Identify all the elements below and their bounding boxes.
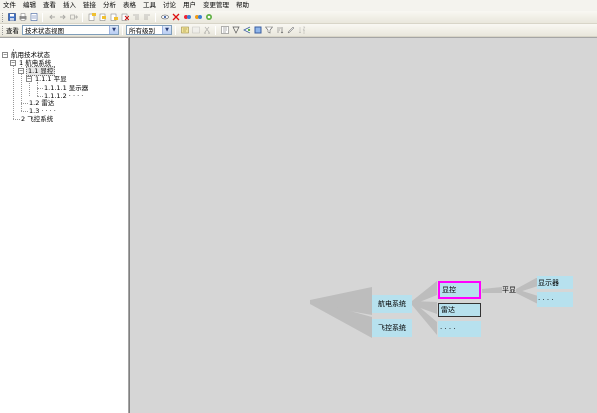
view-eye-icon[interactable] [160, 13, 169, 21]
tree-item-radar[interactable]: 1.2 雷达 [28, 100, 55, 107]
back-icon[interactable] [48, 13, 56, 21]
node-hud[interactable]: 平显 [501, 283, 517, 297]
view-select[interactable]: 技术状态视图 ▼ [22, 25, 119, 35]
print-icon[interactable] [19, 13, 27, 21]
tree-line [21, 103, 28, 104]
new-sibling-icon[interactable] [110, 13, 118, 21]
tree-item-display-control[interactable]: −1.1 显控 [18, 66, 56, 76]
sort-icon[interactable] [276, 26, 284, 34]
menu-file[interactable]: 文件 [3, 0, 16, 11]
collapse-toggle-icon[interactable]: − [2, 52, 8, 58]
collapse-toggle-icon[interactable]: − [26, 76, 32, 82]
document-icon[interactable] [30, 13, 38, 21]
cut-icon[interactable] [203, 26, 211, 35]
funnel-icon[interactable] [264, 26, 273, 34]
view-toolbar: 查看 技术状态视图 ▼ 所有级别 ▼ [0, 24, 597, 37]
node-avionics-more[interactable]: · · · · [438, 321, 481, 337]
tree-item-hud[interactable]: −1.1.1 平显 [26, 76, 68, 83]
menu-user[interactable]: 用户 [183, 0, 196, 11]
menu-tools[interactable]: 工具 [143, 0, 156, 11]
toolbar-separator [215, 25, 216, 35]
menu-discuss[interactable]: 讨论 [163, 0, 176, 11]
node-radar[interactable]: 雷达 [438, 303, 481, 317]
tree-item-root[interactable]: − 航用技术状态 [2, 52, 51, 59]
navigate-icon[interactable] [242, 26, 251, 34]
node-avionics[interactable]: 航电系统 [372, 295, 412, 313]
chevron-down-icon[interactable]: ▼ [162, 26, 171, 34]
tree-item-display[interactable]: 1.1.1.1 显示器 [43, 85, 89, 92]
toolbar-separator [155, 12, 156, 22]
collapse-toggle-icon[interactable]: − [18, 68, 24, 74]
toolbar-separator [82, 12, 83, 22]
filter-clear-icon[interactable] [191, 26, 200, 34]
diagram-canvas[interactable]: 航电系统 飞控系统 显控 雷达 · · · · 平显 显示器 · · · · [130, 37, 597, 413]
tree-item-flight-control[interactable]: 2 飞控系统 [20, 116, 54, 123]
node-flight-control[interactable]: 飞控系统 [372, 319, 412, 337]
level-select-value: 所有级别 [129, 27, 155, 35]
new-item-icon[interactable] [88, 13, 96, 21]
toolbar-separator [175, 25, 176, 35]
toolbar-grip[interactable] [2, 25, 4, 35]
node-display[interactable]: 显示器 [537, 276, 573, 289]
menu-help[interactable]: 帮助 [236, 0, 249, 11]
menu-link[interactable]: 链接 [83, 0, 96, 11]
collapse-toggle-icon[interactable]: − [10, 60, 16, 66]
toolbar-separator [122, 25, 123, 35]
filter-icon[interactable] [180, 26, 189, 34]
menu-insert[interactable]: 插入 [63, 0, 76, 11]
menu-edit[interactable]: 编辑 [23, 0, 36, 11]
chevron-down-icon[interactable]: ▼ [109, 26, 118, 34]
collapse-icon[interactable] [231, 26, 240, 34]
toolbar-grip[interactable] [2, 12, 4, 22]
expand-level-icon[interactable] [220, 26, 229, 34]
sort-az-icon[interactable] [298, 26, 306, 34]
node-hud-more[interactable]: · · · · [537, 292, 573, 307]
view-select-value: 技术状态视图 [25, 27, 64, 35]
menu-view[interactable]: 查看 [43, 0, 56, 11]
connector-hud-more [516, 289, 538, 304]
toolbar-separator [42, 12, 43, 22]
refresh-icon[interactable] [205, 13, 213, 21]
level-select[interactable]: 所有级别 ▼ [126, 25, 172, 35]
add-link-icon[interactable] [183, 13, 191, 21]
delete-link-icon[interactable] [172, 13, 180, 21]
new-child-icon[interactable] [99, 13, 107, 21]
delete-item-icon[interactable] [121, 13, 129, 21]
tree-panel: − 航用技术状态 −1 航电系统 −1.1 显控 −1.1.1 平显 1.1.1.… [0, 37, 129, 413]
edit-pen-icon[interactable] [286, 26, 295, 34]
image-icon[interactable] [254, 26, 262, 34]
link-check-icon[interactable] [194, 13, 202, 21]
forward-icon[interactable] [59, 13, 67, 21]
view-label: 查看 [6, 27, 19, 35]
save-icon[interactable] [7, 13, 16, 21]
standard-toolbar [0, 11, 597, 24]
menu-analysis[interactable]: 分析 [103, 0, 116, 11]
indent-icon[interactable] [132, 13, 140, 21]
tree-line [13, 119, 20, 120]
menu-table[interactable]: 表格 [123, 0, 136, 11]
node-display-control[interactable]: 显控 [438, 281, 481, 299]
tree-line [37, 82, 38, 96]
outdent-icon[interactable] [143, 13, 151, 21]
tree-line [21, 111, 28, 112]
connector-display-hud [482, 287, 502, 293]
link-icon[interactable] [69, 13, 78, 21]
menu-change-management[interactable]: 变更管理 [203, 0, 229, 11]
menu-bar: 文件 编辑 查看 插入 链接 分析 表格 工具 讨论 用户 变更管理 帮助 [0, 0, 597, 11]
tree-item-avionics-more[interactable]: 1.3 · · · · [28, 108, 57, 115]
